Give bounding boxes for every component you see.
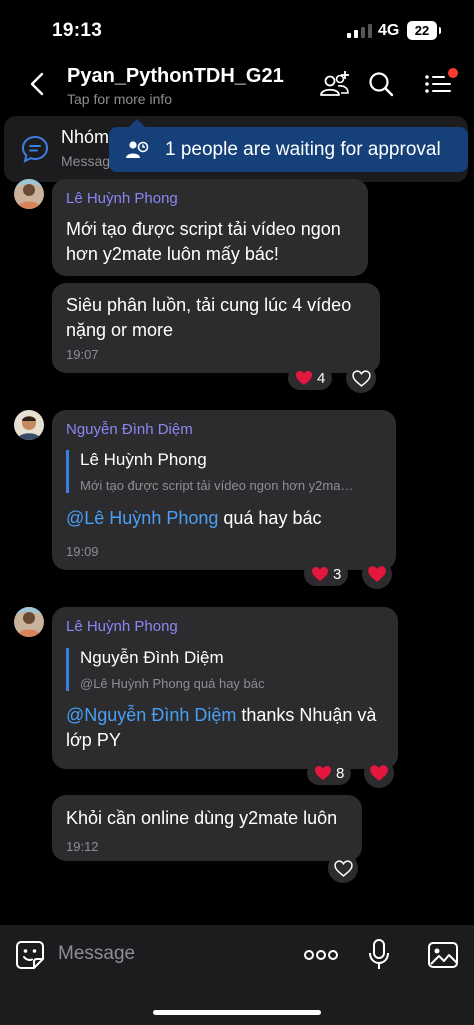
chevron-left-icon — [30, 72, 44, 96]
network-label: 4G — [378, 22, 400, 39]
chat-bubble-icon — [21, 135, 49, 163]
message-text: Siêu phân luồn, tải cung lúc 4 vídeo nặn… — [66, 293, 351, 343]
message-bubble[interactable]: Nguyễn Đình Diệm Lê Huỳnh Phong Mới tạo … — [52, 410, 396, 570]
message-bubble[interactable]: Lê Huỳnh Phong Nguyễn Đình Diệm @Lê Huỳn… — [52, 607, 398, 769]
more-button[interactable] — [303, 945, 339, 965]
heart-icon — [315, 766, 331, 780]
react-button[interactable] — [346, 363, 376, 393]
approval-banner[interactable]: 1 people are waiting for approval — [109, 119, 468, 172]
more-dots-icon — [304, 950, 338, 960]
chat-title[interactable]: Pyan_PythonTDH_G21 — [67, 65, 284, 88]
message-line: thanks Nhuận và — [236, 705, 377, 725]
reaction-count[interactable]: 4 — [288, 366, 333, 390]
avatar-image — [14, 607, 44, 637]
heart-icon — [312, 567, 328, 581]
add-people-icon — [320, 71, 349, 96]
person-clock-icon — [126, 140, 149, 158]
message-text: Mới tạo được script tải vídeo ngon hơn y… — [66, 217, 341, 267]
menu-button[interactable] — [421, 68, 458, 100]
status-time: 19:13 — [52, 20, 103, 41]
voice-button[interactable] — [366, 937, 392, 973]
avatar[interactable] — [14, 607, 44, 637]
message-time: 19:07 — [66, 347, 99, 362]
message-line: lớp PY — [66, 730, 121, 750]
chat-subtitle[interactable]: Tap for more info — [67, 91, 172, 107]
heart-outline-icon — [333, 859, 353, 877]
sticker-button[interactable] — [14, 939, 46, 971]
sender-name[interactable]: Lê Huỳnh Phong — [66, 190, 178, 207]
heart-icon — [370, 765, 388, 781]
message-composer: Message — [0, 925, 474, 1025]
microphone-icon — [369, 939, 389, 969]
search-icon — [369, 72, 394, 97]
message-line: nặng or more — [66, 320, 174, 340]
quote-text: Mới tạo được script tải vídeo ngon hơn y… — [80, 478, 354, 493]
reaction-number: 3 — [333, 565, 342, 583]
quote-text: @Lê Huỳnh Phong quá hay bác — [80, 676, 265, 691]
react-button[interactable] — [362, 559, 392, 589]
sender-name[interactable]: Nguyễn Đình Diệm — [66, 421, 193, 438]
reply-quote[interactable]: Nguyễn Đình Diệm @Lê Huỳnh Phong quá hay… — [66, 648, 265, 691]
react-button[interactable] — [364, 758, 394, 788]
react-button[interactable] — [328, 853, 358, 883]
message-text: Khỏi cần online dùng y2mate luôn — [66, 808, 338, 828]
gallery-icon — [428, 942, 458, 968]
signal-icon — [347, 24, 372, 38]
quote-author: Lê Huỳnh Phong — [80, 450, 207, 469]
pinned-title: Nhóm — [61, 127, 110, 147]
back-button[interactable] — [22, 66, 52, 102]
chat-header: Pyan_PythonTDH_G21 Tap for more info — [0, 58, 474, 110]
battery-icon: 22 — [407, 21, 441, 40]
approval-text: 1 people are waiting for approval — [165, 138, 441, 160]
mention-link[interactable]: @Nguyễn Đình Diệm — [66, 705, 236, 725]
list-menu-icon — [425, 75, 451, 93]
sender-name[interactable]: Lê Huỳnh Phong — [66, 618, 178, 635]
mention-link[interactable]: @Lê Huỳnh Phong — [66, 508, 218, 528]
message-bubble[interactable]: Khỏi cần online dùng y2mate luôn 19:12 — [52, 795, 362, 861]
heart-icon — [368, 566, 386, 582]
message-time: 19:12 — [66, 839, 99, 854]
heart-outline-icon — [351, 369, 371, 387]
message-line: hơn y2mate luôn mấy bác! — [66, 244, 279, 264]
message-bubble[interactable]: Lê Huỳnh Phong Mới tạo được script tải v… — [52, 179, 368, 276]
add-members-button[interactable] — [318, 68, 352, 100]
notification-dot — [448, 68, 458, 78]
avatar[interactable] — [14, 179, 44, 209]
quote-author: Nguyễn Đình Diệm — [80, 648, 224, 667]
message-text: @Lê Huỳnh Phong quá hay bác — [66, 506, 321, 531]
battery-level: 22 — [414, 23, 430, 38]
avatar[interactable] — [14, 410, 44, 440]
message-line: Mới tạo được script tải vídeo ngon — [66, 219, 341, 239]
avatar-image — [14, 179, 44, 209]
message-input[interactable]: Message — [58, 943, 135, 965]
avatar-image — [14, 410, 44, 440]
heart-icon — [296, 371, 312, 385]
message-time: 19:09 — [66, 544, 99, 559]
status-bar: 19:13 4G 22 — [0, 0, 474, 58]
home-indicator[interactable] — [153, 1010, 321, 1015]
reaction-count[interactable]: 3 — [304, 562, 349, 586]
reaction-number: 4 — [317, 369, 326, 387]
sticker-icon — [16, 941, 44, 969]
reaction-count[interactable]: 8 — [307, 761, 352, 785]
reply-quote[interactable]: Lê Huỳnh Phong Mới tạo được script tải v… — [66, 450, 353, 493]
pinned-subtitle: Messag — [61, 153, 111, 169]
message-line: quá hay bác — [218, 508, 322, 528]
search-button[interactable] — [364, 68, 398, 100]
message-bubble[interactable]: Siêu phân luồn, tải cung lúc 4 vídeo nặn… — [52, 283, 380, 373]
gallery-button[interactable] — [427, 940, 459, 970]
message-text: @Nguyễn Đình Diệm thanks Nhuận và lớp PY — [66, 703, 376, 753]
message-line: Siêu phân luồn, tải cung lúc 4 vídeo — [66, 295, 352, 315]
reaction-number: 8 — [336, 764, 345, 782]
